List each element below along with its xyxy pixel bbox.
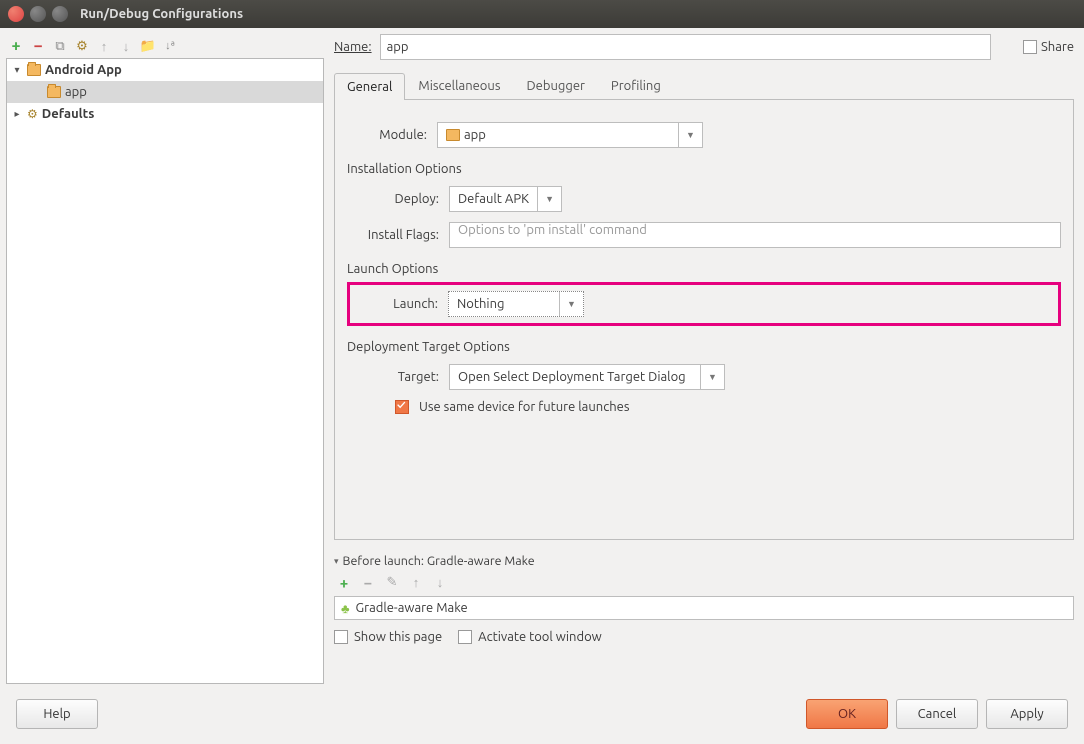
cancel-button[interactable]: Cancel xyxy=(896,699,978,729)
folder-icon xyxy=(47,86,61,98)
config-tree[interactable]: ▾ Android App app ▸ ⚙ Defaults xyxy=(6,58,324,684)
before-launch-list[interactable]: ♣ Gradle-aware Make xyxy=(334,596,1074,620)
show-page-checkbox[interactable] xyxy=(334,630,348,644)
activate-tool-label: Activate tool window xyxy=(478,630,602,644)
deploy-select[interactable]: Default APK ▼ xyxy=(449,186,562,212)
gears-icon: ⚙ xyxy=(27,107,38,121)
chevron-down-icon: ▼ xyxy=(700,365,724,389)
tab-general[interactable]: General xyxy=(334,73,405,100)
tab-debugger[interactable]: Debugger xyxy=(513,72,597,99)
activate-tool-checkbox[interactable] xyxy=(458,630,472,644)
launch-select[interactable]: Nothing ▼ xyxy=(448,291,584,317)
remove-icon: − xyxy=(360,574,376,590)
config-toolbar: + − ⧉ ⚙ ↑ ↓ 📁 ↓ª xyxy=(6,34,324,58)
window-maximize-button[interactable] xyxy=(52,6,68,22)
window-title: Run/Debug Configurations xyxy=(80,7,243,21)
before-launch-item: Gradle-aware Make xyxy=(356,601,468,615)
install-flags-label: Install Flags: xyxy=(359,228,439,242)
installation-options-header: Installation Options xyxy=(347,162,1061,176)
install-flags-input[interactable]: Options to 'pm install' command xyxy=(449,222,1061,248)
window-minimize-button[interactable] xyxy=(30,6,46,22)
share-checkbox[interactable] xyxy=(1023,40,1037,54)
tab-miscellaneous[interactable]: Miscellaneous xyxy=(405,72,513,99)
general-pane: Module: app ▼ Installation Options Deplo… xyxy=(334,100,1074,540)
tree-label: Android App xyxy=(45,63,122,77)
expand-icon[interactable]: ▾ xyxy=(11,64,23,76)
tree-node-app[interactable]: app xyxy=(7,81,323,103)
tab-profiling[interactable]: Profiling xyxy=(598,72,674,99)
up-icon: ↑ xyxy=(96,38,112,54)
same-device-label: Use same device for future launches xyxy=(419,400,629,414)
tab-bar: General Miscellaneous Debugger Profiling xyxy=(334,72,1074,100)
name-input[interactable] xyxy=(380,34,991,60)
folder-icon xyxy=(27,64,41,76)
name-label: Name: xyxy=(334,40,372,54)
down-icon: ↓ xyxy=(432,574,448,590)
launch-label: Launch: xyxy=(358,297,438,311)
title-bar: Run/Debug Configurations xyxy=(0,0,1084,28)
module-label: Module: xyxy=(347,128,427,142)
show-page-label: Show this page xyxy=(354,630,442,644)
deploy-label: Deploy: xyxy=(359,192,439,206)
module-select[interactable]: app ▼ xyxy=(437,122,703,148)
expand-icon[interactable]: ▸ xyxy=(11,108,23,120)
dialog-footer: Help OK Cancel Apply xyxy=(0,684,1084,744)
folder-icon[interactable]: 📁 xyxy=(140,38,156,54)
target-label: Target: xyxy=(359,370,439,384)
chevron-down-icon: ▼ xyxy=(559,292,583,316)
launch-options-header: Launch Options xyxy=(347,262,1061,276)
collapse-icon[interactable]: ▾ xyxy=(334,556,339,567)
share-label: Share xyxy=(1041,40,1074,54)
deployment-target-header: Deployment Target Options xyxy=(347,340,1061,354)
launch-highlight: Launch: Nothing ▼ xyxy=(347,282,1061,326)
tree-node-android-app[interactable]: ▾ Android App xyxy=(7,59,323,81)
up-icon: ↑ xyxy=(408,574,424,590)
target-select[interactable]: Open Select Deployment Target Dialog ▼ xyxy=(449,364,725,390)
down-icon: ↓ xyxy=(118,38,134,54)
tree-node-defaults[interactable]: ▸ ⚙ Defaults xyxy=(7,103,323,125)
before-launch-section: ▾ Before launch: Gradle-aware Make + − ✎… xyxy=(334,554,1074,644)
add-icon[interactable]: + xyxy=(336,574,352,590)
folder-icon xyxy=(446,129,460,141)
copy-icon[interactable]: ⧉ xyxy=(52,38,68,54)
window-close-button[interactable] xyxy=(8,6,24,22)
add-icon[interactable]: + xyxy=(8,38,24,54)
sort-icon[interactable]: ↓ª xyxy=(162,38,178,54)
ok-button[interactable]: OK xyxy=(806,699,888,729)
help-button[interactable]: Help xyxy=(16,699,98,729)
chevron-down-icon: ▼ xyxy=(678,123,702,147)
tree-label: Defaults xyxy=(42,107,95,121)
edit-icon: ✎ xyxy=(384,574,400,590)
same-device-checkbox[interactable] xyxy=(395,400,409,414)
apply-button[interactable]: Apply xyxy=(986,699,1068,729)
before-launch-header: Before launch: Gradle-aware Make xyxy=(343,554,535,568)
remove-icon[interactable]: − xyxy=(30,38,46,54)
chevron-down-icon: ▼ xyxy=(537,187,561,211)
tree-label: app xyxy=(65,85,87,99)
settings-icon[interactable]: ⚙ xyxy=(74,38,90,54)
android-icon: ♣ xyxy=(341,601,350,616)
